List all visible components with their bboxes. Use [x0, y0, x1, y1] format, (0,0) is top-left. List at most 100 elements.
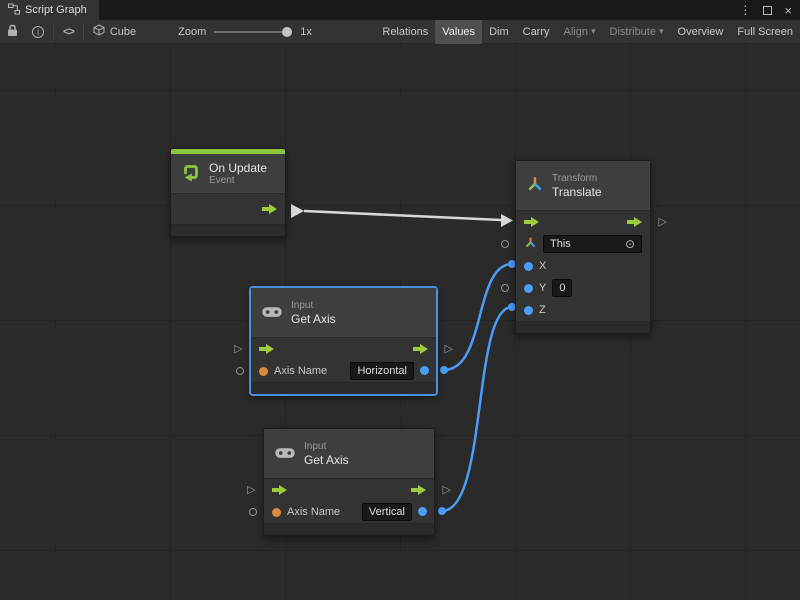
z-port-row: Z	[516, 299, 650, 321]
lock-icon	[7, 24, 18, 40]
tab-script-graph[interactable]: Script Graph	[0, 0, 99, 20]
flow-output-arrow-icon[interactable]	[627, 216, 642, 228]
value-input-port-icon[interactable]	[501, 284, 509, 292]
fullscreen-button[interactable]: Full Screen	[730, 20, 800, 44]
axis-name-field[interactable]: Vertical	[362, 503, 412, 521]
graph-canvas[interactable]: On Update Event Transform Translate ▷	[0, 44, 800, 600]
value-input-port-x[interactable]	[524, 262, 533, 271]
kebab-menu-icon[interactable]: ⋮	[739, 3, 751, 17]
connection-flow-arrowhead	[501, 214, 513, 227]
align-button[interactable]: Align ▾	[557, 20, 603, 44]
value-port-dot[interactable]	[440, 366, 448, 374]
relations-label: Relations	[382, 26, 428, 38]
flow-input-port-icon[interactable]: ▷	[247, 483, 255, 497]
carry-button[interactable]: Carry	[516, 20, 557, 44]
node-title: Translate	[552, 185, 602, 199]
value-port-dot[interactable]	[438, 507, 446, 515]
value-input-port-icon[interactable]	[501, 240, 509, 248]
overview-label: Overview	[678, 26, 724, 38]
node-subtitle: Event	[209, 175, 267, 187]
chevron-down-icon: ▾	[591, 27, 596, 37]
flow-input-arrow-icon[interactable]	[272, 484, 287, 496]
source-button[interactable]: <>	[56, 20, 81, 44]
flow-ports-row: ▷	[516, 211, 650, 233]
values-button[interactable]: Values	[435, 20, 482, 44]
flow-ports-row: ▷ ▷	[264, 479, 434, 501]
zoom-label: Zoom	[178, 26, 206, 38]
dim-label: Dim	[489, 26, 509, 38]
loop-arrow-icon	[181, 162, 201, 185]
flow-input-port-icon[interactable]: ▷	[234, 342, 242, 356]
node-body	[171, 194, 285, 224]
tab-label: Script Graph	[25, 4, 87, 16]
flow-output-arrow-icon[interactable]	[262, 203, 277, 215]
toolbar-separator	[53, 24, 54, 40]
flow-output-arrow-icon[interactable]	[411, 484, 426, 496]
node-get-axis-horizontal[interactable]: Input Get Axis ▷ ▷ Axis Name Horizontal	[250, 287, 437, 395]
flow-output-port-icon[interactable]: ▷	[445, 342, 453, 356]
node-footer	[264, 523, 434, 535]
transform-mini-icon	[524, 236, 537, 252]
graph-owner[interactable]: Cube	[86, 20, 143, 44]
distribute-button[interactable]: Distribute ▾	[603, 20, 671, 44]
node-header[interactable]: Input Get Axis	[264, 429, 434, 479]
axis-name-label: Axis Name	[287, 506, 340, 518]
string-input-port[interactable]	[272, 508, 281, 517]
zoom-slider[interactable]	[214, 31, 292, 33]
this-value: This	[550, 237, 571, 251]
node-title: On Update	[209, 161, 267, 175]
toolbar-separator	[83, 24, 84, 40]
node-footer	[171, 224, 285, 236]
axis-name-row: Axis Name Horizontal	[251, 360, 436, 382]
connection-value-vertical-z[interactable]	[442, 307, 512, 511]
node-header[interactable]: On Update Event	[171, 154, 285, 194]
window-titlebar: Script Graph ⋮ ×	[0, 0, 800, 20]
maximize-icon[interactable]	[763, 6, 772, 15]
flow-output-port-icon[interactable]: ▷	[659, 215, 667, 229]
inspect-button[interactable]: i	[25, 20, 51, 44]
zoom-slider-handle[interactable]	[282, 27, 292, 37]
node-header[interactable]: Transform Translate	[516, 161, 650, 211]
node-title: Get Axis	[291, 312, 336, 326]
flow-output-arrow-icon[interactable]	[413, 343, 428, 355]
node-header[interactable]: Input Get Axis	[251, 288, 436, 338]
this-port-row: This ⊙	[516, 233, 650, 255]
toolbar-buttons: Relations Values Dim Carry Align ▾ Distr…	[375, 20, 800, 44]
axis-name-field[interactable]: Horizontal	[350, 362, 414, 380]
connection-value-horizontal-x[interactable]	[444, 264, 512, 370]
align-label: Align	[564, 26, 588, 38]
y-value-field[interactable]: 0	[552, 279, 572, 297]
flow-input-arrow-icon[interactable]	[259, 343, 274, 355]
z-port-label: Z	[539, 304, 546, 316]
node-translate[interactable]: Transform Translate ▷ This ⊙ X Y	[515, 160, 651, 334]
graph-toolbar: i <> Cube Zoom 1x Relations Values Dim C…	[0, 20, 800, 44]
value-input-port-icon[interactable]	[249, 508, 257, 516]
value-output-port[interactable]	[418, 507, 427, 516]
flow-output-port-marker[interactable]	[291, 204, 304, 218]
node-on-update[interactable]: On Update Event	[170, 148, 286, 237]
value-input-port-y[interactable]	[524, 284, 533, 293]
transform-icon	[526, 175, 544, 196]
flow-input-arrow-icon[interactable]	[524, 216, 539, 228]
relations-button[interactable]: Relations	[375, 20, 435, 44]
info-icon: i	[32, 26, 44, 38]
object-picker-icon[interactable]: ⊙	[625, 238, 635, 250]
node-footer	[516, 321, 650, 333]
this-object-field[interactable]: This ⊙	[543, 235, 642, 253]
axis-name-label: Axis Name	[274, 365, 327, 377]
close-icon[interactable]: ×	[784, 4, 792, 17]
dim-button[interactable]: Dim	[482, 20, 516, 44]
flow-output-port-icon[interactable]: ▷	[443, 483, 451, 497]
value-input-port-z[interactable]	[524, 306, 533, 315]
value-input-port-icon[interactable]	[236, 367, 244, 375]
value-output-port[interactable]	[420, 366, 429, 375]
graph-owner-label: Cube	[110, 26, 136, 38]
string-input-port[interactable]	[259, 367, 268, 376]
connection-flow-update-translate[interactable]	[304, 211, 501, 220]
overview-button[interactable]: Overview	[671, 20, 731, 44]
flow-ports-row: ▷ ▷	[251, 338, 436, 360]
cube-icon	[93, 24, 105, 39]
fullscreen-label: Full Screen	[737, 26, 793, 38]
node-get-axis-vertical[interactable]: Input Get Axis ▷ ▷ Axis Name Vertical	[263, 428, 435, 536]
lock-button[interactable]	[0, 20, 25, 44]
